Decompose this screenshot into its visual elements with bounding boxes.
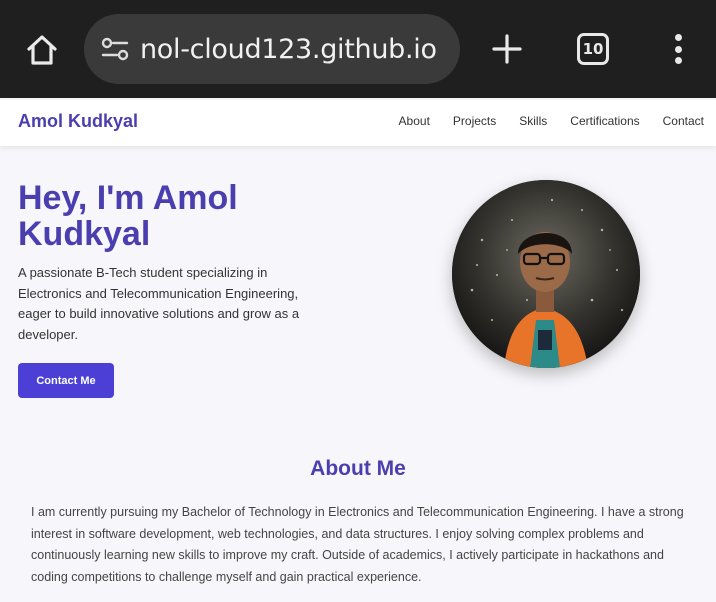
nav-link-about[interactable]: About (399, 114, 430, 128)
site-settings-icon[interactable] (100, 34, 130, 64)
nav-link-contact[interactable]: Contact (663, 114, 704, 128)
nav-link-projects[interactable]: Projects (453, 114, 496, 128)
site-header: Amol Kudkyal About Projects Skills Certi… (0, 100, 716, 146)
new-tab-icon[interactable] (488, 30, 526, 68)
hero-title: Hey, I'm Amol Kudkyal (18, 179, 238, 253)
hero-description: A passionate B-Tech student specializing… (18, 265, 300, 342)
address-bar[interactable]: nol-cloud123.github.io (84, 14, 460, 84)
nav-link-skills[interactable]: Skills (519, 114, 547, 128)
contact-me-button[interactable]: Contact Me (18, 363, 114, 398)
url-text[interactable]: nol-cloud123.github.io (140, 34, 437, 65)
tab-switcher-button[interactable]: 10 (577, 33, 609, 65)
site-brand[interactable]: Amol Kudkyal (18, 111, 138, 132)
browser-toolbar: nol-cloud123.github.io 10 (0, 0, 716, 98)
about-text: I am currently pursuing my Bachelor of T… (31, 505, 684, 584)
about-title: About Me (310, 457, 406, 480)
home-icon[interactable] (22, 30, 62, 70)
more-options-icon[interactable] (664, 32, 692, 66)
profile-photo (452, 180, 640, 368)
nav-link-certifications[interactable]: Certifications (570, 114, 639, 128)
nav-links: About Projects Skills Certifications Con… (376, 114, 704, 128)
